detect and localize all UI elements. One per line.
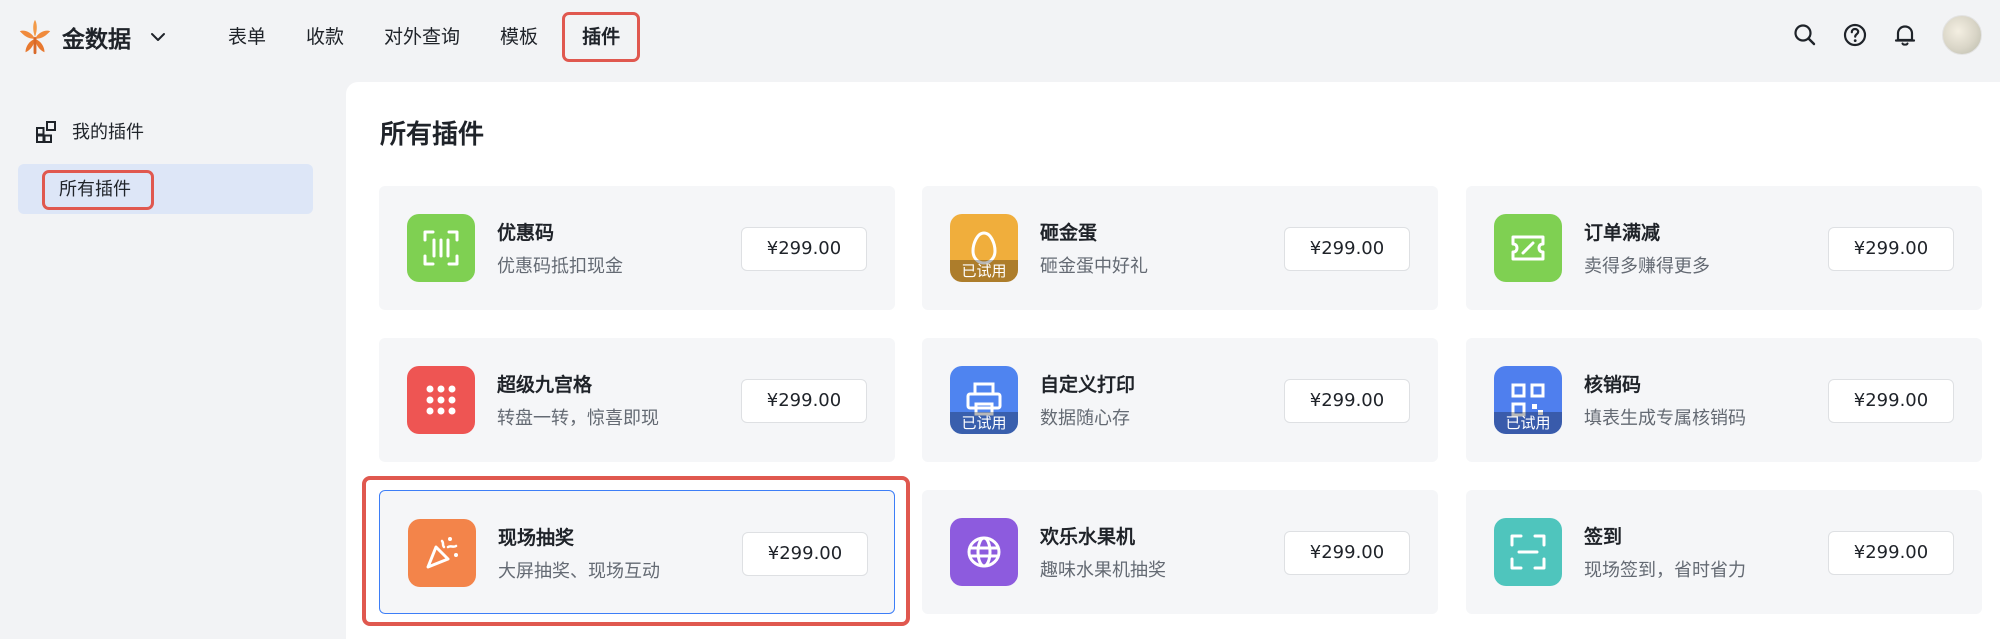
- plugin-card-order-discount[interactable]: 订单满减 卖得多赚得更多 ¥299.00: [1466, 186, 1982, 310]
- chevron-down-icon[interactable]: [149, 28, 167, 46]
- plugin-card-golden-egg[interactable]: 已试用 砸金蛋 砸金蛋中好礼 ¥299.00: [922, 186, 1438, 310]
- nav-item-payments[interactable]: 收款: [286, 12, 364, 62]
- plugin-description: 趣味水果机抽奖: [1040, 560, 1166, 581]
- scan-frame-icon: [1510, 534, 1546, 570]
- plugin-description: 转盘一转，惊喜即现: [497, 408, 659, 429]
- plugin-name: 砸金蛋: [1040, 222, 1098, 244]
- slot-machine-icon: [967, 536, 1001, 568]
- plugin-name: 欢乐水果机: [1040, 526, 1136, 548]
- avatar[interactable]: [1942, 15, 1982, 55]
- price-button[interactable]: ¥299.00: [1828, 227, 1954, 271]
- main-panel: 所有插件 优惠码 优惠码抵扣现金 ¥299.00 已试用 砸金蛋 砸金蛋中好礼 …: [346, 82, 2000, 639]
- help-icon[interactable]: [1842, 22, 1868, 48]
- price-button[interactable]: ¥299.00: [741, 227, 867, 271]
- plugin-icon-tile: [1494, 214, 1562, 282]
- price-button[interactable]: ¥299.00: [1284, 531, 1410, 575]
- price-button[interactable]: ¥299.00: [741, 379, 867, 423]
- plugin-description: 填表生成专属核销码: [1584, 408, 1746, 429]
- plugin-card-custom-print[interactable]: 已试用 自定义打印 数据随心存 ¥299.00: [922, 338, 1438, 462]
- grid-dots-icon: [426, 385, 456, 415]
- party-popper-icon: [426, 537, 458, 569]
- sidebar-item-all-plugins[interactable]: 所有插件: [18, 164, 313, 214]
- sidebar-group-label: 我的插件: [72, 122, 144, 143]
- plugin-icon-tile: 已试用: [1494, 366, 1562, 434]
- plugin-description: 砸金蛋中好礼: [1040, 256, 1148, 277]
- price-button[interactable]: ¥299.00: [1828, 531, 1954, 575]
- price-button[interactable]: ¥299.00: [1828, 379, 1954, 423]
- plugin-card-fruit-machine[interactable]: 欢乐水果机 趣味水果机抽奖 ¥299.00: [922, 490, 1438, 614]
- main-nav: 表单 收款 对外查询 模板 插件: [208, 0, 641, 74]
- plugin-icon-tile: [407, 366, 475, 434]
- plugin-name: 优惠码: [497, 222, 555, 244]
- scan-code-icon: [423, 230, 459, 266]
- price-button[interactable]: ¥299.00: [1284, 227, 1410, 271]
- plugin-icon-tile: 已试用: [950, 214, 1018, 282]
- header-actions: [1792, 15, 2000, 55]
- plugin-icon-tile: [950, 518, 1018, 586]
- workspace-name: 金数据: [62, 27, 131, 53]
- top-navbar: 金数据 表单 收款 对外查询 模板 插件: [0, 0, 2000, 74]
- page-title: 所有插件: [380, 120, 485, 150]
- ticket-icon: [1511, 235, 1545, 261]
- tried-badge: 已试用: [950, 260, 1018, 282]
- bell-icon[interactable]: [1892, 22, 1918, 48]
- nav-item-public-query[interactable]: 对外查询: [364, 12, 480, 62]
- plugin-description: 卖得多赚得更多: [1584, 256, 1710, 277]
- plugin-name: 签到: [1584, 526, 1623, 548]
- plugin-icon-tile: 已试用: [950, 366, 1018, 434]
- plugin-description: 优惠码抵扣现金: [497, 256, 623, 277]
- workspace-switcher[interactable]: 金数据: [16, 18, 167, 56]
- plugin-name: 超级九宫格: [497, 374, 593, 396]
- nav-item-plugins[interactable]: 插件: [562, 12, 641, 62]
- plugin-card-live-lottery[interactable]: 现场抽奖 大屏抽奖、现场互动 ¥299.00: [379, 490, 895, 614]
- plugin-name: 自定义打印: [1040, 374, 1136, 396]
- tried-badge: 已试用: [950, 412, 1018, 434]
- sidebar-item-label: 所有插件: [42, 170, 154, 210]
- sidebar-group-my-plugins[interactable]: 我的插件: [34, 118, 144, 144]
- plugin-card-nine-grid[interactable]: 超级九宫格 转盘一转，惊喜即现 ¥299.00: [379, 338, 895, 462]
- price-button[interactable]: ¥299.00: [742, 532, 868, 576]
- nav-item-forms[interactable]: 表单: [208, 12, 286, 62]
- plugin-icon-tile: [408, 519, 476, 587]
- plugin-icon-tile: [1494, 518, 1562, 586]
- plugin-card-redeem-code[interactable]: 已试用 核销码 填表生成专属核销码 ¥299.00: [1466, 338, 1982, 462]
- leaf-logo-icon: [19, 19, 51, 55]
- search-icon[interactable]: [1792, 22, 1818, 48]
- plugin-description: 大屏抽奖、现场互动: [498, 561, 660, 582]
- plugins-icon: [36, 121, 56, 143]
- plugin-name: 订单满减: [1584, 222, 1661, 244]
- plugin-icon-tile: [407, 214, 475, 282]
- tried-badge: 已试用: [1494, 412, 1562, 434]
- plugin-description: 数据随心存: [1040, 408, 1130, 429]
- price-button[interactable]: ¥299.00: [1284, 379, 1410, 423]
- plugin-description: 现场签到，省时省力: [1584, 560, 1746, 581]
- plugin-card-coupon[interactable]: 优惠码 优惠码抵扣现金 ¥299.00: [379, 186, 895, 310]
- sidebar: 我的插件 所有插件: [0, 74, 340, 639]
- nav-item-templates[interactable]: 模板: [480, 12, 558, 62]
- plugin-name: 现场抽奖: [498, 527, 575, 549]
- plugin-card-check-in[interactable]: 签到 现场签到，省时省力 ¥299.00: [1466, 490, 1982, 614]
- plugin-name: 核销码: [1584, 374, 1642, 396]
